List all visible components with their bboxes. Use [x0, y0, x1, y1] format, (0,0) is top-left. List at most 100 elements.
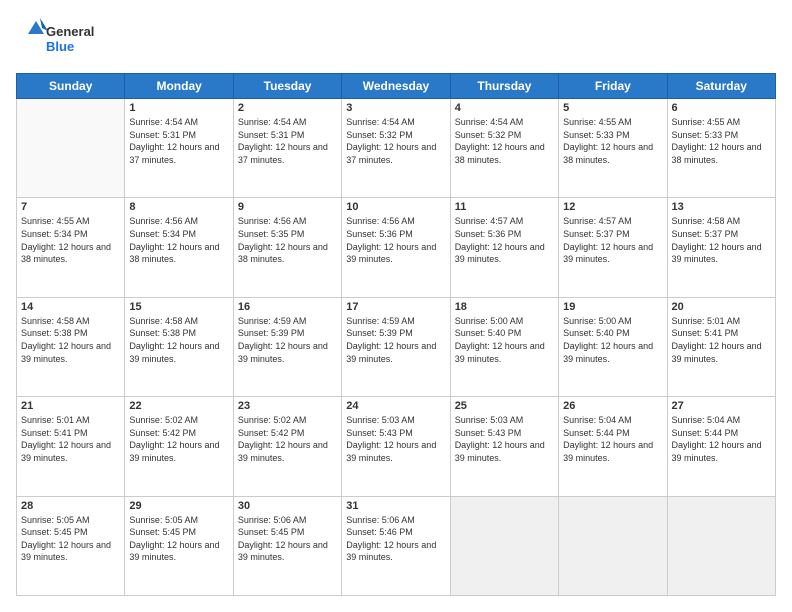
calendar-cell: 9 Sunrise: 4:56 AM Sunset: 5:35 PM Dayli…	[233, 198, 341, 297]
day-number: 2	[238, 102, 337, 114]
week-row-2: 7 Sunrise: 4:55 AM Sunset: 5:34 PM Dayli…	[17, 198, 776, 297]
day-number: 13	[672, 201, 771, 213]
calendar-cell: 29 Sunrise: 5:05 AM Sunset: 5:45 PM Dayl…	[125, 496, 233, 595]
day-number: 4	[455, 102, 554, 114]
weekday-header-sunday: Sunday	[17, 74, 125, 99]
day-number: 30	[238, 500, 337, 512]
day-info: Sunrise: 4:59 AM Sunset: 5:39 PM Dayligh…	[346, 315, 445, 365]
calendar-cell: 14 Sunrise: 4:58 AM Sunset: 5:38 PM Dayl…	[17, 297, 125, 396]
logo-svg: General Blue	[16, 16, 106, 61]
calendar-cell: 20 Sunrise: 5:01 AM Sunset: 5:41 PM Dayl…	[667, 297, 775, 396]
calendar-cell: 6 Sunrise: 4:55 AM Sunset: 5:33 PM Dayli…	[667, 99, 775, 198]
day-number: 25	[455, 400, 554, 412]
day-number: 9	[238, 201, 337, 213]
day-number: 14	[21, 301, 120, 313]
day-info: Sunrise: 4:57 AM Sunset: 5:36 PM Dayligh…	[455, 215, 554, 265]
page: General Blue SundayMondayTuesdayWednesda…	[0, 0, 792, 612]
calendar-cell: 22 Sunrise: 5:02 AM Sunset: 5:42 PM Dayl…	[125, 397, 233, 496]
calendar-cell: 25 Sunrise: 5:03 AM Sunset: 5:43 PM Dayl…	[450, 397, 558, 496]
weekday-header-saturday: Saturday	[667, 74, 775, 99]
calendar-cell	[450, 496, 558, 595]
day-info: Sunrise: 4:55 AM Sunset: 5:33 PM Dayligh…	[563, 116, 662, 166]
calendar-cell	[17, 99, 125, 198]
calendar-cell: 24 Sunrise: 5:03 AM Sunset: 5:43 PM Dayl…	[342, 397, 450, 496]
day-info: Sunrise: 5:05 AM Sunset: 5:45 PM Dayligh…	[129, 514, 228, 564]
day-info: Sunrise: 5:06 AM Sunset: 5:46 PM Dayligh…	[346, 514, 445, 564]
day-number: 18	[455, 301, 554, 313]
calendar-cell: 7 Sunrise: 4:55 AM Sunset: 5:34 PM Dayli…	[17, 198, 125, 297]
day-number: 7	[21, 201, 120, 213]
calendar-cell: 1 Sunrise: 4:54 AM Sunset: 5:31 PM Dayli…	[125, 99, 233, 198]
week-row-1: 1 Sunrise: 4:54 AM Sunset: 5:31 PM Dayli…	[17, 99, 776, 198]
day-info: Sunrise: 5:01 AM Sunset: 5:41 PM Dayligh…	[672, 315, 771, 365]
day-number: 3	[346, 102, 445, 114]
day-number: 28	[21, 500, 120, 512]
day-info: Sunrise: 5:02 AM Sunset: 5:42 PM Dayligh…	[238, 414, 337, 464]
day-number: 10	[346, 201, 445, 213]
day-info: Sunrise: 5:02 AM Sunset: 5:42 PM Dayligh…	[129, 414, 228, 464]
svg-text:General: General	[46, 24, 94, 39]
calendar-cell: 18 Sunrise: 5:00 AM Sunset: 5:40 PM Dayl…	[450, 297, 558, 396]
day-info: Sunrise: 5:05 AM Sunset: 5:45 PM Dayligh…	[21, 514, 120, 564]
day-info: Sunrise: 5:06 AM Sunset: 5:45 PM Dayligh…	[238, 514, 337, 564]
calendar-cell: 17 Sunrise: 4:59 AM Sunset: 5:39 PM Dayl…	[342, 297, 450, 396]
calendar-cell: 10 Sunrise: 4:56 AM Sunset: 5:36 PM Dayl…	[342, 198, 450, 297]
calendar-cell: 5 Sunrise: 4:55 AM Sunset: 5:33 PM Dayli…	[559, 99, 667, 198]
day-info: Sunrise: 5:03 AM Sunset: 5:43 PM Dayligh…	[346, 414, 445, 464]
day-number: 23	[238, 400, 337, 412]
weekday-header-friday: Friday	[559, 74, 667, 99]
calendar-cell	[667, 496, 775, 595]
calendar-cell: 19 Sunrise: 5:00 AM Sunset: 5:40 PM Dayl…	[559, 297, 667, 396]
day-number: 19	[563, 301, 662, 313]
calendar-cell: 28 Sunrise: 5:05 AM Sunset: 5:45 PM Dayl…	[17, 496, 125, 595]
week-row-3: 14 Sunrise: 4:58 AM Sunset: 5:38 PM Dayl…	[17, 297, 776, 396]
day-info: Sunrise: 4:58 AM Sunset: 5:38 PM Dayligh…	[21, 315, 120, 365]
weekday-header-row: SundayMondayTuesdayWednesdayThursdayFrid…	[17, 74, 776, 99]
logo: General Blue	[16, 16, 106, 61]
day-number: 5	[563, 102, 662, 114]
weekday-header-wednesday: Wednesday	[342, 74, 450, 99]
calendar-cell: 8 Sunrise: 4:56 AM Sunset: 5:34 PM Dayli…	[125, 198, 233, 297]
day-info: Sunrise: 5:00 AM Sunset: 5:40 PM Dayligh…	[455, 315, 554, 365]
svg-text:Blue: Blue	[46, 39, 74, 54]
weekday-header-tuesday: Tuesday	[233, 74, 341, 99]
week-row-4: 21 Sunrise: 5:01 AM Sunset: 5:41 PM Dayl…	[17, 397, 776, 496]
day-info: Sunrise: 4:56 AM Sunset: 5:34 PM Dayligh…	[129, 215, 228, 265]
calendar-cell: 16 Sunrise: 4:59 AM Sunset: 5:39 PM Dayl…	[233, 297, 341, 396]
day-info: Sunrise: 4:59 AM Sunset: 5:39 PM Dayligh…	[238, 315, 337, 365]
day-number: 17	[346, 301, 445, 313]
calendar-cell: 12 Sunrise: 4:57 AM Sunset: 5:37 PM Dayl…	[559, 198, 667, 297]
calendar-cell: 26 Sunrise: 5:04 AM Sunset: 5:44 PM Dayl…	[559, 397, 667, 496]
day-number: 20	[672, 301, 771, 313]
calendar-cell: 3 Sunrise: 4:54 AM Sunset: 5:32 PM Dayli…	[342, 99, 450, 198]
day-info: Sunrise: 5:00 AM Sunset: 5:40 PM Dayligh…	[563, 315, 662, 365]
day-info: Sunrise: 4:56 AM Sunset: 5:36 PM Dayligh…	[346, 215, 445, 265]
day-info: Sunrise: 5:03 AM Sunset: 5:43 PM Dayligh…	[455, 414, 554, 464]
day-number: 27	[672, 400, 771, 412]
calendar-cell: 4 Sunrise: 4:54 AM Sunset: 5:32 PM Dayli…	[450, 99, 558, 198]
calendar-cell: 15 Sunrise: 4:58 AM Sunset: 5:38 PM Dayl…	[125, 297, 233, 396]
calendar-table: SundayMondayTuesdayWednesdayThursdayFrid…	[16, 73, 776, 596]
day-number: 16	[238, 301, 337, 313]
calendar-cell: 27 Sunrise: 5:04 AM Sunset: 5:44 PM Dayl…	[667, 397, 775, 496]
calendar-cell: 30 Sunrise: 5:06 AM Sunset: 5:45 PM Dayl…	[233, 496, 341, 595]
day-number: 8	[129, 201, 228, 213]
day-number: 24	[346, 400, 445, 412]
day-number: 1	[129, 102, 228, 114]
calendar-cell: 11 Sunrise: 4:57 AM Sunset: 5:36 PM Dayl…	[450, 198, 558, 297]
weekday-header-thursday: Thursday	[450, 74, 558, 99]
day-info: Sunrise: 4:58 AM Sunset: 5:38 PM Dayligh…	[129, 315, 228, 365]
day-number: 11	[455, 201, 554, 213]
day-number: 22	[129, 400, 228, 412]
calendar-cell: 13 Sunrise: 4:58 AM Sunset: 5:37 PM Dayl…	[667, 198, 775, 297]
day-number: 6	[672, 102, 771, 114]
day-info: Sunrise: 4:57 AM Sunset: 5:37 PM Dayligh…	[563, 215, 662, 265]
day-number: 29	[129, 500, 228, 512]
calendar-cell: 21 Sunrise: 5:01 AM Sunset: 5:41 PM Dayl…	[17, 397, 125, 496]
day-info: Sunrise: 4:55 AM Sunset: 5:33 PM Dayligh…	[672, 116, 771, 166]
day-info: Sunrise: 4:55 AM Sunset: 5:34 PM Dayligh…	[21, 215, 120, 265]
week-row-5: 28 Sunrise: 5:05 AM Sunset: 5:45 PM Dayl…	[17, 496, 776, 595]
calendar-cell	[559, 496, 667, 595]
day-info: Sunrise: 4:56 AM Sunset: 5:35 PM Dayligh…	[238, 215, 337, 265]
day-info: Sunrise: 5:01 AM Sunset: 5:41 PM Dayligh…	[21, 414, 120, 464]
